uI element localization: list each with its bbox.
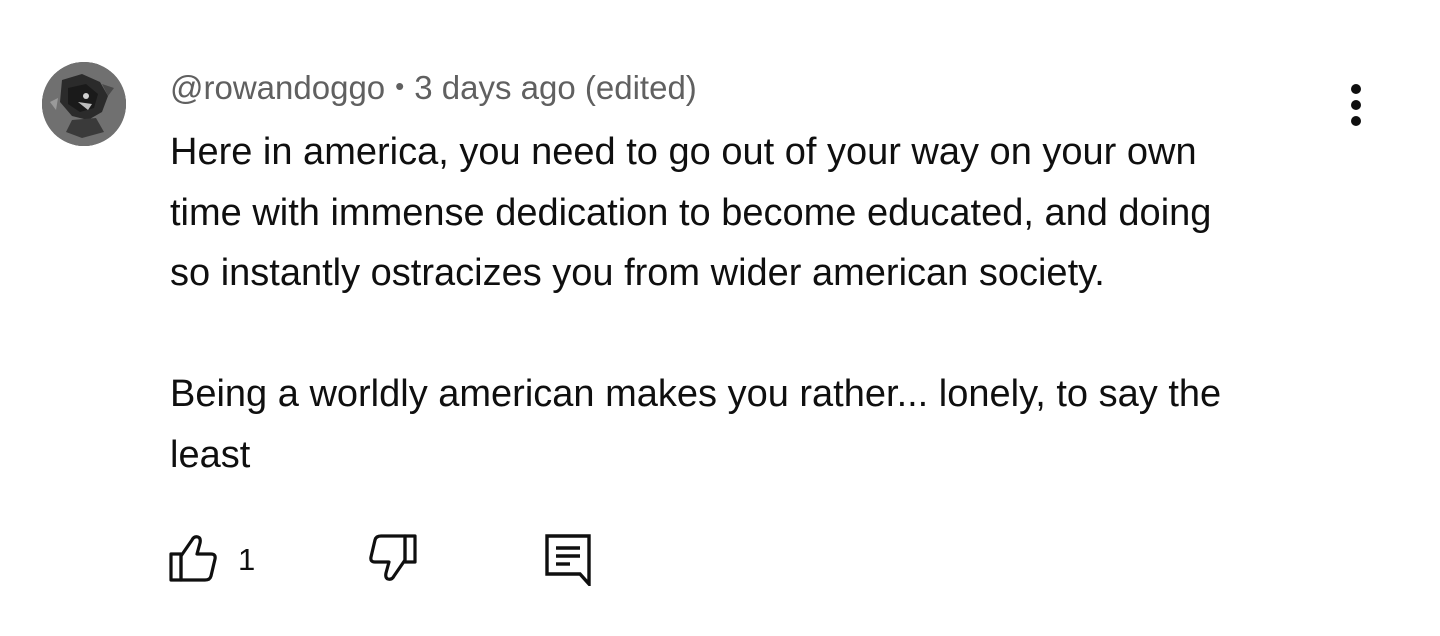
more-vert-icon (1351, 84, 1361, 94)
meta-separator: • (395, 71, 405, 101)
comment-actions: 1 (0, 530, 1440, 590)
like-button[interactable]: 1 (168, 530, 255, 590)
comment-author[interactable]: @rowandoggo (170, 69, 385, 106)
reply-button[interactable] (544, 530, 594, 590)
more-vert-icon-dot (1351, 100, 1361, 110)
comment-timestamp[interactable]: 3 days ago (edited) (414, 69, 697, 106)
avatar[interactable] (42, 62, 126, 146)
comment-meta: @rowandoggo • 3 days ago (edited) (170, 68, 697, 110)
comment-text: Here in america, you need to go out of y… (170, 131, 1222, 476)
comment-thread: @rowandoggo • 3 days ago (edited) Here in … (0, 0, 1440, 636)
thumb-up-icon (168, 532, 218, 589)
dislike-button[interactable] (366, 530, 418, 590)
reply-comment-icon (544, 530, 594, 591)
like-count: 1 (238, 542, 256, 577)
thumb-down-icon (366, 532, 418, 589)
